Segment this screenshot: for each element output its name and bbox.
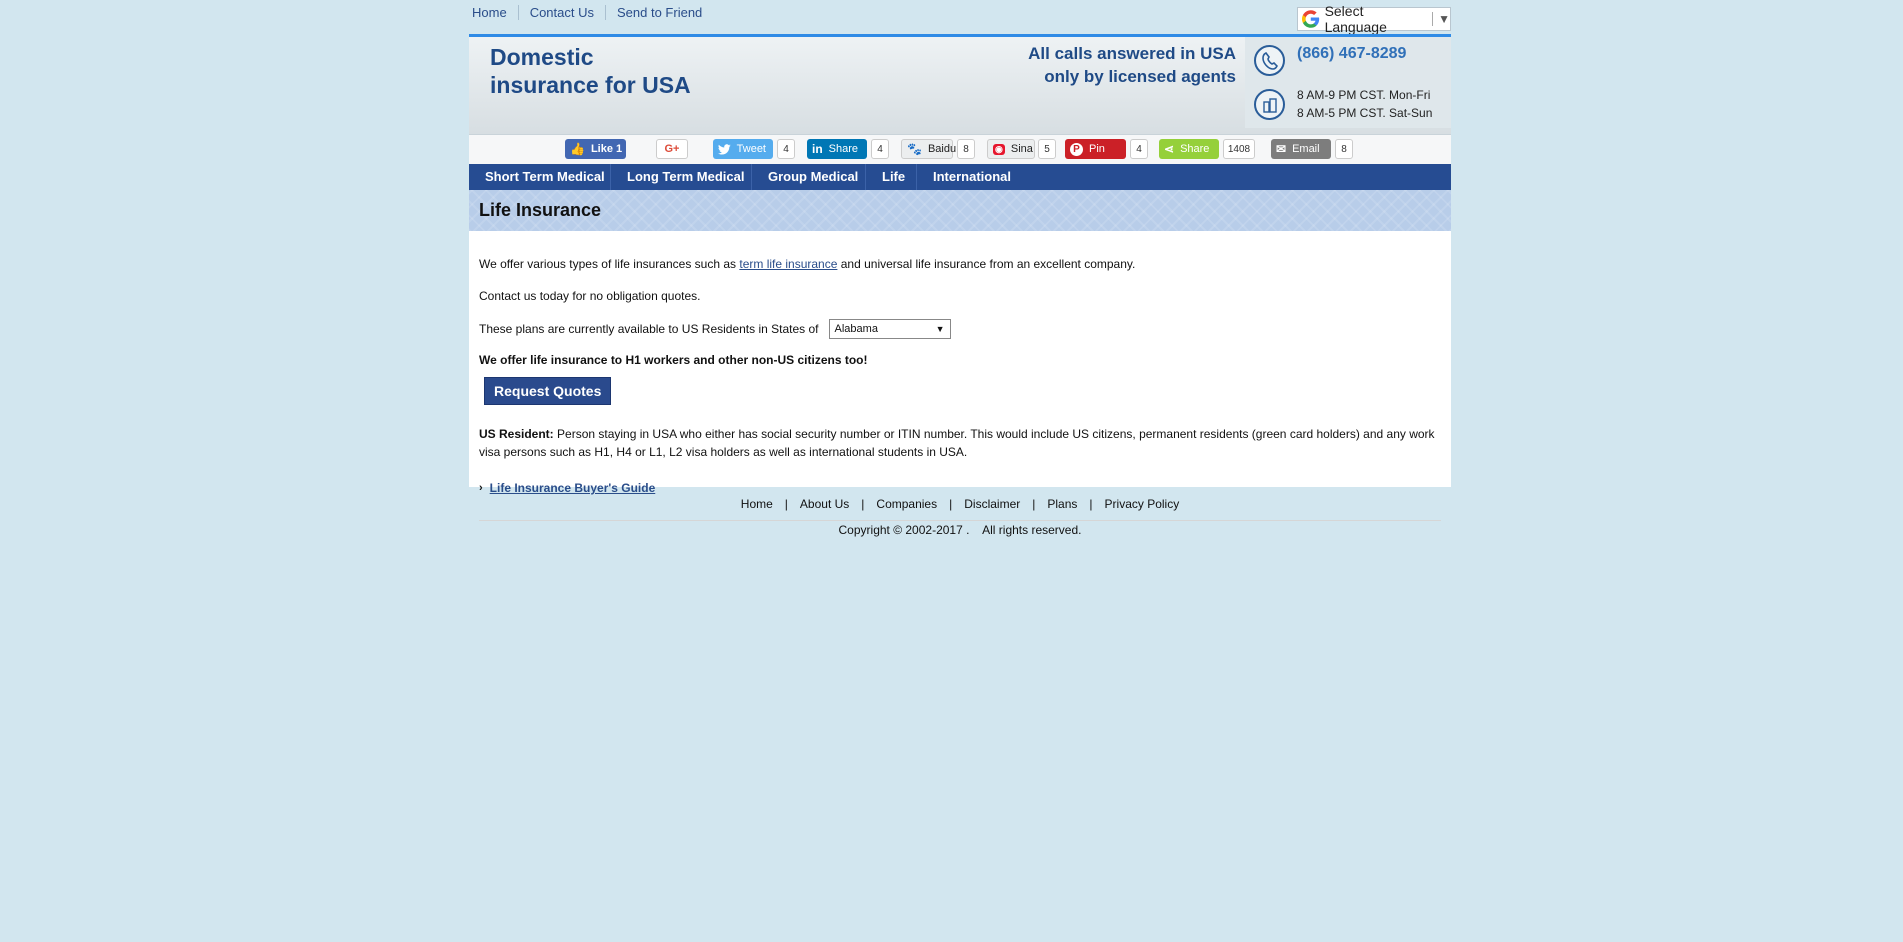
top-link-send-to-friend[interactable]: Send to Friend bbox=[605, 5, 713, 20]
google-g-icon bbox=[1302, 10, 1320, 28]
generic-share-button[interactable]: ⋖ Share bbox=[1159, 139, 1219, 159]
pin-label: Pin bbox=[1089, 143, 1105, 155]
nav-item-long-term-medical[interactable]: Long Term Medical bbox=[611, 164, 752, 190]
baidu-count: 8 bbox=[957, 139, 975, 159]
brand-logo-text[interactable]: Domestic insurance for USA bbox=[490, 43, 691, 99]
footer-link-companies[interactable]: Companies bbox=[874, 497, 939, 511]
sina-label: Sina bbox=[1010, 143, 1033, 155]
hours-weekday: 8 AM-9 PM CST. Mon-Fri bbox=[1297, 88, 1431, 102]
twitter-bird-icon bbox=[718, 143, 731, 155]
weibo-icon: ◉ bbox=[993, 143, 1005, 155]
buyers-guide-link[interactable]: Life Insurance Buyer's Guide bbox=[490, 481, 656, 495]
footer-separator: | bbox=[1032, 497, 1036, 511]
non-us-citizens-note: We offer life insurance to H1 workers an… bbox=[479, 353, 868, 367]
facebook-like-button[interactable]: 👍 Like 1 bbox=[565, 139, 626, 159]
footer-separator: | bbox=[949, 497, 953, 511]
us-resident-definition: US Resident: Person staying in USA who e… bbox=[479, 425, 1441, 461]
email-label: Email bbox=[1292, 143, 1320, 155]
pin-count: 4 bbox=[1130, 139, 1148, 159]
share-label: Share bbox=[1180, 143, 1210, 155]
state-selected-value: Alabama bbox=[834, 323, 878, 335]
nav-item-life[interactable]: Life bbox=[866, 164, 917, 190]
nav-item-international[interactable]: International bbox=[917, 164, 1027, 190]
footer-link-privacy-policy[interactable]: Privacy Policy bbox=[1103, 497, 1182, 511]
request-quotes-button[interactable]: Request Quotes bbox=[484, 377, 612, 405]
baidu-share-button[interactable]: 🐾 Baidu bbox=[901, 139, 957, 159]
linkedin-label: Share bbox=[828, 143, 859, 155]
main-content: We offer various types of life insurance… bbox=[469, 231, 1451, 521]
main-nav: Short Term Medical Long Term Medical Gro… bbox=[469, 164, 1451, 190]
footer-link-home[interactable]: Home bbox=[739, 497, 775, 511]
baidu-label: Baidu bbox=[927, 143, 957, 155]
language-label: Select Language bbox=[1324, 3, 1387, 35]
language-separator bbox=[1432, 12, 1434, 26]
nav-item-short-term-medical[interactable]: Short Term Medical bbox=[469, 164, 611, 190]
state-select[interactable]: Alabama ▼ bbox=[828, 319, 951, 339]
chevron-down-icon: ▼ bbox=[935, 324, 945, 334]
share-icon: ⋖ bbox=[1164, 142, 1175, 156]
footer-link-about-us[interactable]: About Us bbox=[798, 497, 851, 511]
states-row: These plans are currently available to U… bbox=[479, 319, 1441, 339]
top-link-contact-us[interactable]: Contact Us bbox=[517, 5, 605, 20]
site-header: Domestic insurance for USA All calls ans… bbox=[469, 34, 1451, 135]
tweet-button[interactable]: Tweet bbox=[713, 139, 773, 159]
states-label: These plans are currently available to U… bbox=[479, 322, 819, 336]
footer-separator: | bbox=[784, 497, 788, 511]
share-count: 1408 bbox=[1223, 139, 1255, 159]
calls-line-1: All calls answered in USA bbox=[1028, 44, 1236, 63]
social-share-bar: 👍 Like 1 G+ Tweet 4 in Share 4 🐾 Baidu 8 ◉ S… bbox=[469, 135, 1451, 164]
footer-links: Home | About Us | Companies | Disclaimer | P… bbox=[469, 497, 1451, 511]
baidu-paw-icon: 🐾 bbox=[907, 142, 922, 156]
hours-weekend: 8 AM-5 PM CST. Sat-Sun bbox=[1297, 106, 1433, 120]
phone-icon bbox=[1254, 45, 1285, 76]
intro-text-before: We offer various types of life insurance… bbox=[479, 257, 740, 271]
top-link-home[interactable]: Home bbox=[472, 5, 518, 20]
tweet-label: Tweet bbox=[736, 143, 766, 155]
intro-text-after: and universal life insurance from an exc… bbox=[837, 257, 1136, 271]
page-wrapper: Home Contact Us Send to Friend Select La… bbox=[469, 0, 1451, 537]
contact-paragraph: Contact us today for no obligation quote… bbox=[479, 289, 701, 303]
sina-count: 5 bbox=[1038, 139, 1056, 159]
nav-item-group-medical[interactable]: Group Medical bbox=[752, 164, 866, 190]
footer-link-plans[interactable]: Plans bbox=[1045, 497, 1079, 511]
intro-paragraph: We offer various types of life insurance… bbox=[479, 255, 1441, 273]
sina-share-button[interactable]: ◉ Sina bbox=[987, 139, 1035, 159]
linkedin-icon: in bbox=[812, 142, 823, 156]
email-count: 8 bbox=[1335, 139, 1353, 159]
linkedin-share-button[interactable]: in Share bbox=[807, 139, 867, 159]
email-share-button[interactable]: ✉ Email bbox=[1271, 139, 1331, 159]
top-links: Home Contact Us Send to Friend bbox=[472, 5, 713, 20]
envelope-icon: ✉ bbox=[1276, 142, 1287, 156]
footer-link-disclaimer[interactable]: Disclaimer bbox=[962, 497, 1022, 511]
google-plus-icon: G+ bbox=[664, 143, 680, 155]
pinterest-pin-button[interactable]: P Pin bbox=[1065, 139, 1126, 159]
brand-line-2: insurance for USA bbox=[490, 72, 691, 98]
calls-tagline: All calls answered in USA only by licens… bbox=[1028, 42, 1236, 88]
chevron-right-icon: › bbox=[479, 482, 483, 494]
building-icon bbox=[1254, 89, 1285, 120]
like-label: Like 1 bbox=[590, 143, 623, 155]
top-bar: Home Contact Us Send to Friend Select La… bbox=[469, 0, 1451, 35]
linkedin-count: 4 bbox=[871, 139, 889, 159]
google-plus-button[interactable]: G+ bbox=[656, 139, 688, 159]
pinterest-icon: P bbox=[1070, 142, 1083, 156]
us-resident-text: Person staying in USA who either has soc… bbox=[479, 427, 1435, 459]
term-life-insurance-link[interactable]: term life insurance bbox=[739, 257, 837, 271]
copyright: Copyright © 2002-2017 . All rights reser… bbox=[838, 523, 1082, 537]
footer-separator: | bbox=[861, 497, 865, 511]
thumbs-up-icon: 👍 bbox=[570, 142, 585, 156]
brand-line-1: Domestic bbox=[490, 44, 594, 70]
page-title: Life Insurance bbox=[469, 190, 1451, 231]
chevron-down-icon: ▼ bbox=[1438, 12, 1450, 26]
phone-number[interactable]: (866) 467-8289 bbox=[1297, 45, 1406, 63]
us-resident-label: US Resident: bbox=[479, 427, 554, 441]
footer-separator: | bbox=[1089, 497, 1093, 511]
contact-box: (866) 467-8289 8 AM-9 PM CST. Mon-Fri 8 … bbox=[1245, 37, 1451, 128]
office-hours: 8 AM-9 PM CST. Mon-Fri 8 AM-5 PM CST. Sa… bbox=[1297, 86, 1432, 122]
tweet-count: 4 bbox=[777, 139, 795, 159]
calls-line-2: only by licensed agents bbox=[1044, 67, 1236, 86]
language-select[interactable]: Select Language ▼ bbox=[1297, 3, 1451, 35]
